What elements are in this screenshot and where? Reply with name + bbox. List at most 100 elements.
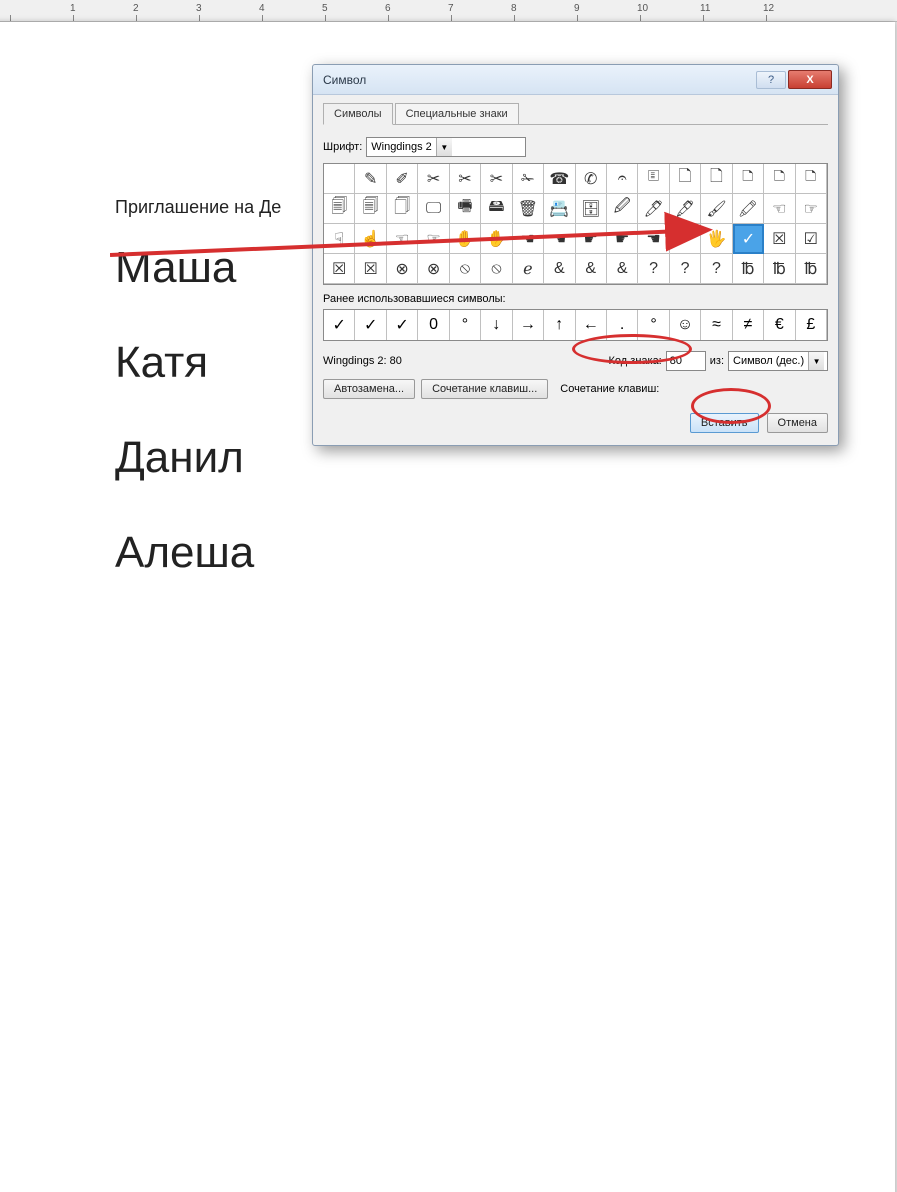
symbol-cell[interactable]: ☛ [670, 224, 701, 254]
symbol-cell[interactable]: ☎ [544, 164, 575, 194]
from-combo-value: Символ (дес.) [733, 355, 804, 367]
symbol-cell[interactable]: 🖌 [701, 194, 732, 224]
symbol-cell[interactable]: ☛ [576, 224, 607, 254]
insert-button[interactable]: Вставить [690, 413, 759, 433]
font-combo[interactable]: Wingdings 2 ▼ [366, 137, 526, 157]
symbol-cell[interactable]: 🗍 [387, 194, 418, 224]
recent-symbol-cell[interactable]: . [607, 310, 638, 340]
dropdown-icon[interactable]: ▼ [436, 138, 452, 156]
symbol-cell[interactable]: ✋ [481, 224, 512, 254]
close-button[interactable]: X [788, 70, 832, 89]
recent-symbol-cell[interactable]: ° [638, 310, 669, 340]
symbol-cell[interactable]: 🖍 [733, 194, 764, 224]
help-button[interactable]: ? [756, 71, 786, 89]
recent-symbol-cell[interactable]: ↓ [481, 310, 512, 340]
code-input[interactable] [666, 351, 706, 371]
recent-symbol-cell[interactable]: ← [576, 310, 607, 340]
symbol-cell[interactable]: 𝄐 [607, 164, 638, 194]
autocorrect-button[interactable]: Автозамена... [323, 379, 415, 399]
dropdown-icon[interactable]: ▼ [808, 352, 824, 370]
symbol-cell[interactable]: 🖐 [701, 224, 732, 254]
recent-symbol-cell[interactable]: € [764, 310, 795, 340]
recent-symbol-cell[interactable]: ✓ [387, 310, 418, 340]
symbol-cell[interactable]: 🗅 [764, 164, 795, 194]
symbol-cell[interactable]: ? [670, 254, 701, 284]
symbol-cell[interactable]: ℔ [733, 254, 764, 284]
symbol-cell[interactable]: ☞ [796, 194, 827, 224]
recent-symbol-cell[interactable]: ✓ [355, 310, 386, 340]
symbol-cell[interactable]: ? [701, 254, 732, 284]
symbol-cell[interactable]: ✎ [355, 164, 386, 194]
symbol-cell[interactable]: ℔ [796, 254, 827, 284]
recent-symbol-cell[interactable]: ° [450, 310, 481, 340]
symbol-cell[interactable]: ✂ [450, 164, 481, 194]
symbol-cell[interactable]: 📇 [544, 194, 575, 224]
symbol-cell[interactable]: ☚ [638, 224, 669, 254]
symbol-cell[interactable]: ☒ [764, 224, 795, 254]
symbol-cell[interactable]: ℯ [513, 254, 544, 284]
symbol-cell[interactable]: 🗋 [670, 164, 701, 194]
symbol-cell[interactable]: 🗑 [513, 194, 544, 224]
cancel-button[interactable]: Отмена [767, 413, 828, 433]
symbol-cell[interactable]: ☜ [764, 194, 795, 224]
shortcut-label: Сочетание клавиш: [560, 383, 659, 395]
recent-symbol-cell[interactable]: ☺ [670, 310, 701, 340]
recent-symbol-cell[interactable]: ✓ [324, 310, 355, 340]
symbol-cell[interactable]: 🖷 [450, 194, 481, 224]
symbol-dialog: Символ ? X Символы Специальные знаки Шри… [312, 64, 839, 446]
symbol-cell[interactable]: 🗅 [733, 164, 764, 194]
symbol-cell[interactable]: ☒ [355, 254, 386, 284]
symbol-cell[interactable]: 🖴 [481, 194, 512, 224]
symbol-cell[interactable]: ⊗ [387, 254, 418, 284]
symbol-cell[interactable]: 🖋 [670, 194, 701, 224]
from-label: из: [710, 355, 724, 367]
symbol-cell[interactable]: ✂ [418, 164, 449, 194]
symbol-cell[interactable]: 🗐 [355, 194, 386, 224]
symbol-cell[interactable]: ✋ [450, 224, 481, 254]
from-combo[interactable]: Символ (дес.) ▼ [728, 351, 828, 371]
tab-symbols[interactable]: Символы [323, 103, 393, 125]
symbol-cell[interactable]: ℔ [764, 254, 795, 284]
symbol-cell[interactable]: ☟ [324, 224, 355, 254]
symbol-cell[interactable]: 🖉 [607, 194, 638, 224]
symbol-cell[interactable]: 🗅 [796, 164, 827, 194]
symbol-cell[interactable]: ⊗ [418, 254, 449, 284]
recent-symbol-cell[interactable]: £ [796, 310, 827, 340]
symbol-cell[interactable]: ✓ [733, 224, 764, 254]
symbol-cell[interactable]: ✆ [576, 164, 607, 194]
symbol-cell[interactable]: 🖵 [418, 194, 449, 224]
dialog-titlebar[interactable]: Символ ? X [313, 65, 838, 95]
symbol-cell[interactable]: ⦸ [450, 254, 481, 284]
symbol-cell[interactable]: ☞ [418, 224, 449, 254]
shortcut-button[interactable]: Сочетание клавиш... [421, 379, 548, 399]
symbol-cell[interactable] [324, 164, 355, 194]
symbol-cell[interactable]: ⦸ [481, 254, 512, 284]
symbol-cell[interactable]: 🗉 [638, 164, 669, 194]
symbol-cell[interactable]: ✂ [481, 164, 512, 194]
recent-symbol-cell[interactable]: ≠ [733, 310, 764, 340]
symbol-cell[interactable]: 🖊 [638, 194, 669, 224]
symbol-cell[interactable]: ☚ [513, 224, 544, 254]
tab-special-chars[interactable]: Специальные знаки [395, 103, 519, 124]
recent-symbol-cell[interactable]: ↑ [544, 310, 575, 340]
symbol-cell[interactable]: ☜ [387, 224, 418, 254]
symbol-cell[interactable]: ☒ [324, 254, 355, 284]
symbol-cell[interactable]: ☑ [796, 224, 827, 254]
symbol-cell[interactable]: 🗐 [324, 194, 355, 224]
symbol-cell[interactable]: ☚ [544, 224, 575, 254]
recent-symbol-cell[interactable]: → [513, 310, 544, 340]
symbol-grid: ✎✐✂✂✂✁☎✆𝄐🗉🗋🗋🗅🗅🗅🗐🗐🗍🖵🖷🖴🗑📇🗄🖉🖊🖋🖌🖍☜☞☟☝☜☞✋✋☚☚☛… [323, 163, 828, 285]
recent-symbol-cell[interactable]: ≈ [701, 310, 732, 340]
tab-strip: Символы Специальные знаки [323, 103, 828, 125]
symbol-cell[interactable]: & [576, 254, 607, 284]
symbol-cell[interactable]: ? [638, 254, 669, 284]
recent-symbol-cell[interactable]: 0 [418, 310, 449, 340]
symbol-cell[interactable]: & [544, 254, 575, 284]
symbol-cell[interactable]: ☛ [607, 224, 638, 254]
symbol-cell[interactable]: 🗄 [576, 194, 607, 224]
symbol-cell[interactable]: & [607, 254, 638, 284]
symbol-cell[interactable]: ☝ [355, 224, 386, 254]
symbol-cell[interactable]: ✐ [387, 164, 418, 194]
symbol-cell[interactable]: ✁ [513, 164, 544, 194]
symbol-cell[interactable]: 🗋 [701, 164, 732, 194]
